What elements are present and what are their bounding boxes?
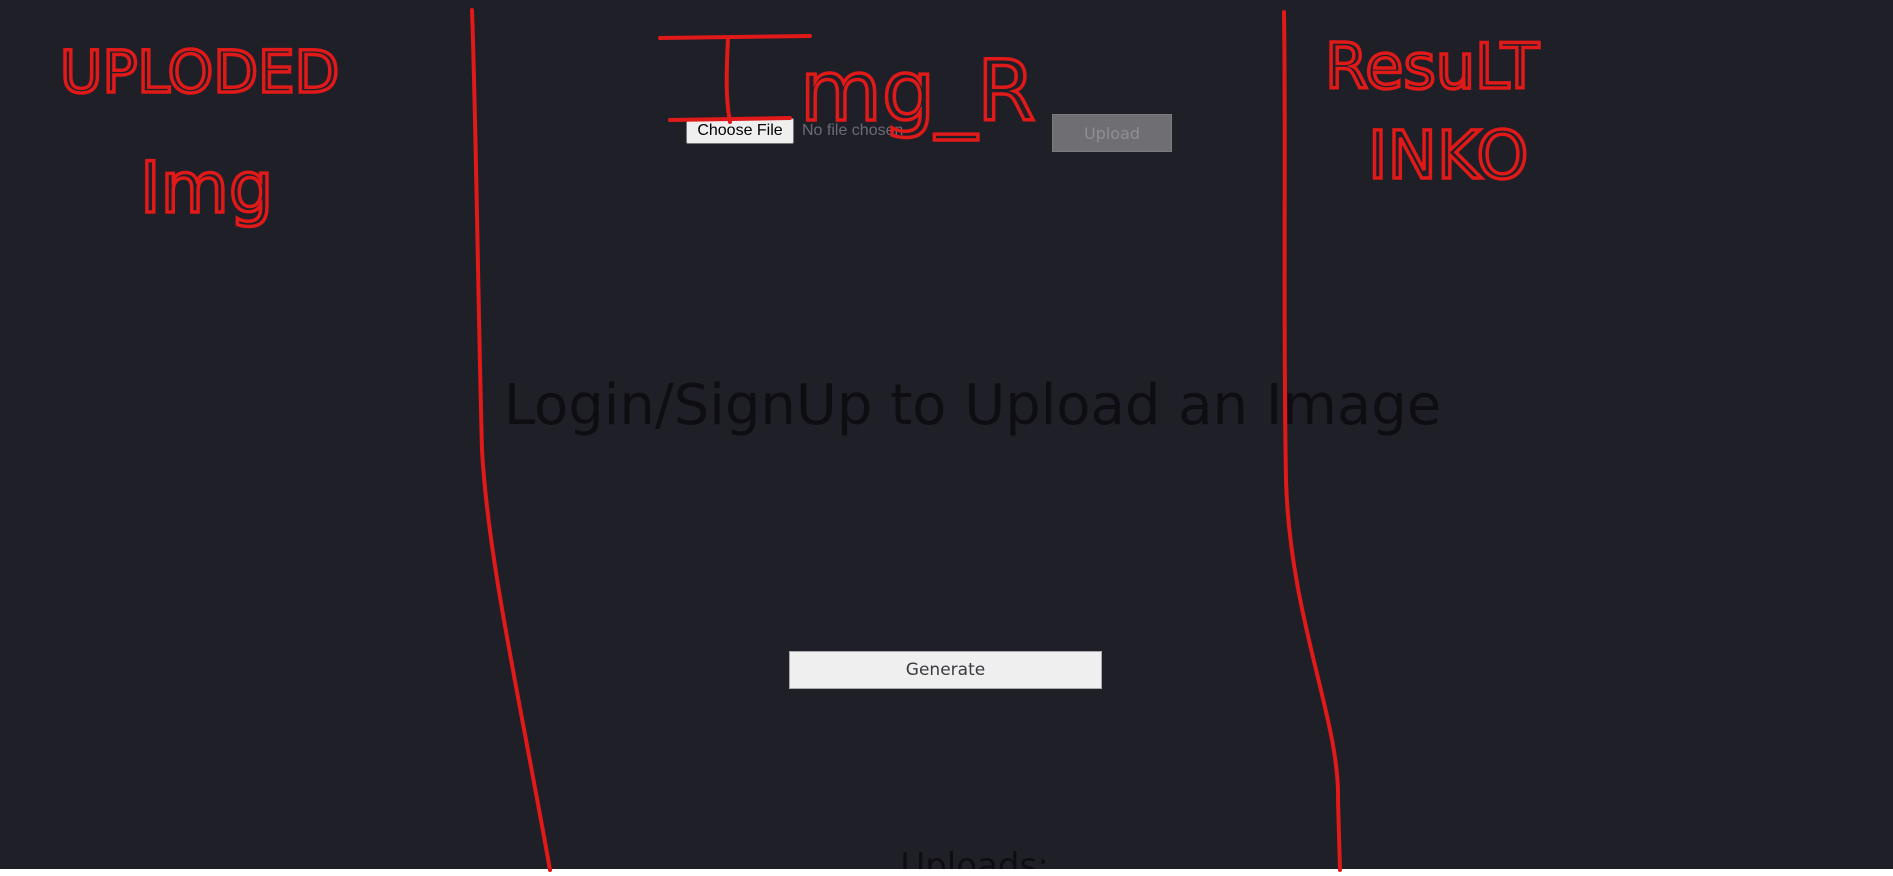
- login-prompt: Login/SignUp to Upload an Image: [503, 373, 1442, 438]
- choose-file-button[interactable]: Choose File: [686, 118, 794, 144]
- file-input[interactable]: Choose File No file chosen: [686, 118, 903, 144]
- uploads-heading: Uploads:: [900, 846, 1049, 869]
- app-canvas: Choose File No file chosen Upload Login/…: [0, 0, 1893, 869]
- generate-button[interactable]: Generate: [789, 651, 1102, 689]
- upload-button[interactable]: Upload: [1052, 114, 1172, 152]
- file-status-text: No file chosen: [802, 122, 904, 139]
